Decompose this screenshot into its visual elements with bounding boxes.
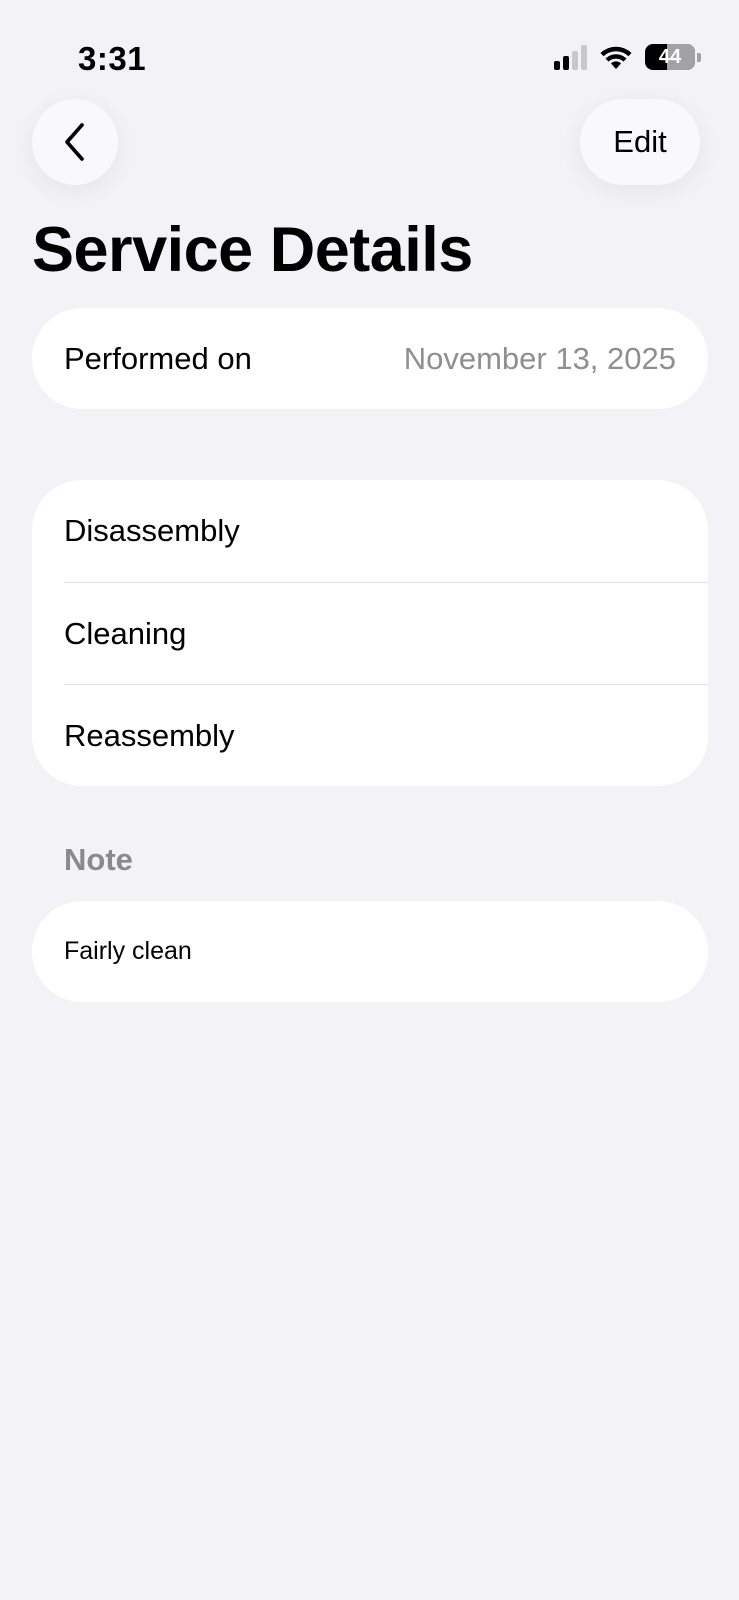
note-section-header: Note	[64, 842, 133, 877]
step-label-disassembly: Disassembly	[64, 513, 240, 548]
performed-on-value: November 13, 2025	[403, 340, 676, 376]
status-icons: 44	[554, 44, 701, 70]
status-time: 3:31	[78, 40, 147, 77]
chevron-left-icon	[65, 123, 84, 161]
status-bar: 3:31 44	[0, 0, 739, 100]
wifi-icon	[600, 46, 632, 69]
step-label-cleaning: Cleaning	[64, 615, 187, 651]
performed-on-label: Performed on	[64, 340, 252, 376]
note-card: Fairly clean	[32, 901, 708, 1002]
service-steps-list: Disassembly Cleaning Reassembly	[32, 480, 708, 786]
back-button[interactable]	[32, 99, 118, 185]
page-title: Service Details	[32, 215, 473, 285]
cellular-signal-icon	[554, 44, 587, 70]
list-item: Reassembly	[64, 684, 708, 786]
list-item: Disassembly	[64, 480, 708, 582]
list-item: Cleaning	[64, 582, 708, 684]
battery-icon: 44	[645, 44, 701, 70]
battery-level: 44	[658, 45, 682, 68]
performed-date-row: Performed on November 13, 2025	[32, 308, 708, 409]
note-text: Fairly clean	[64, 937, 192, 965]
step-label-reassembly: Reassembly	[64, 717, 235, 753]
edit-button[interactable]: Edit	[580, 99, 700, 185]
